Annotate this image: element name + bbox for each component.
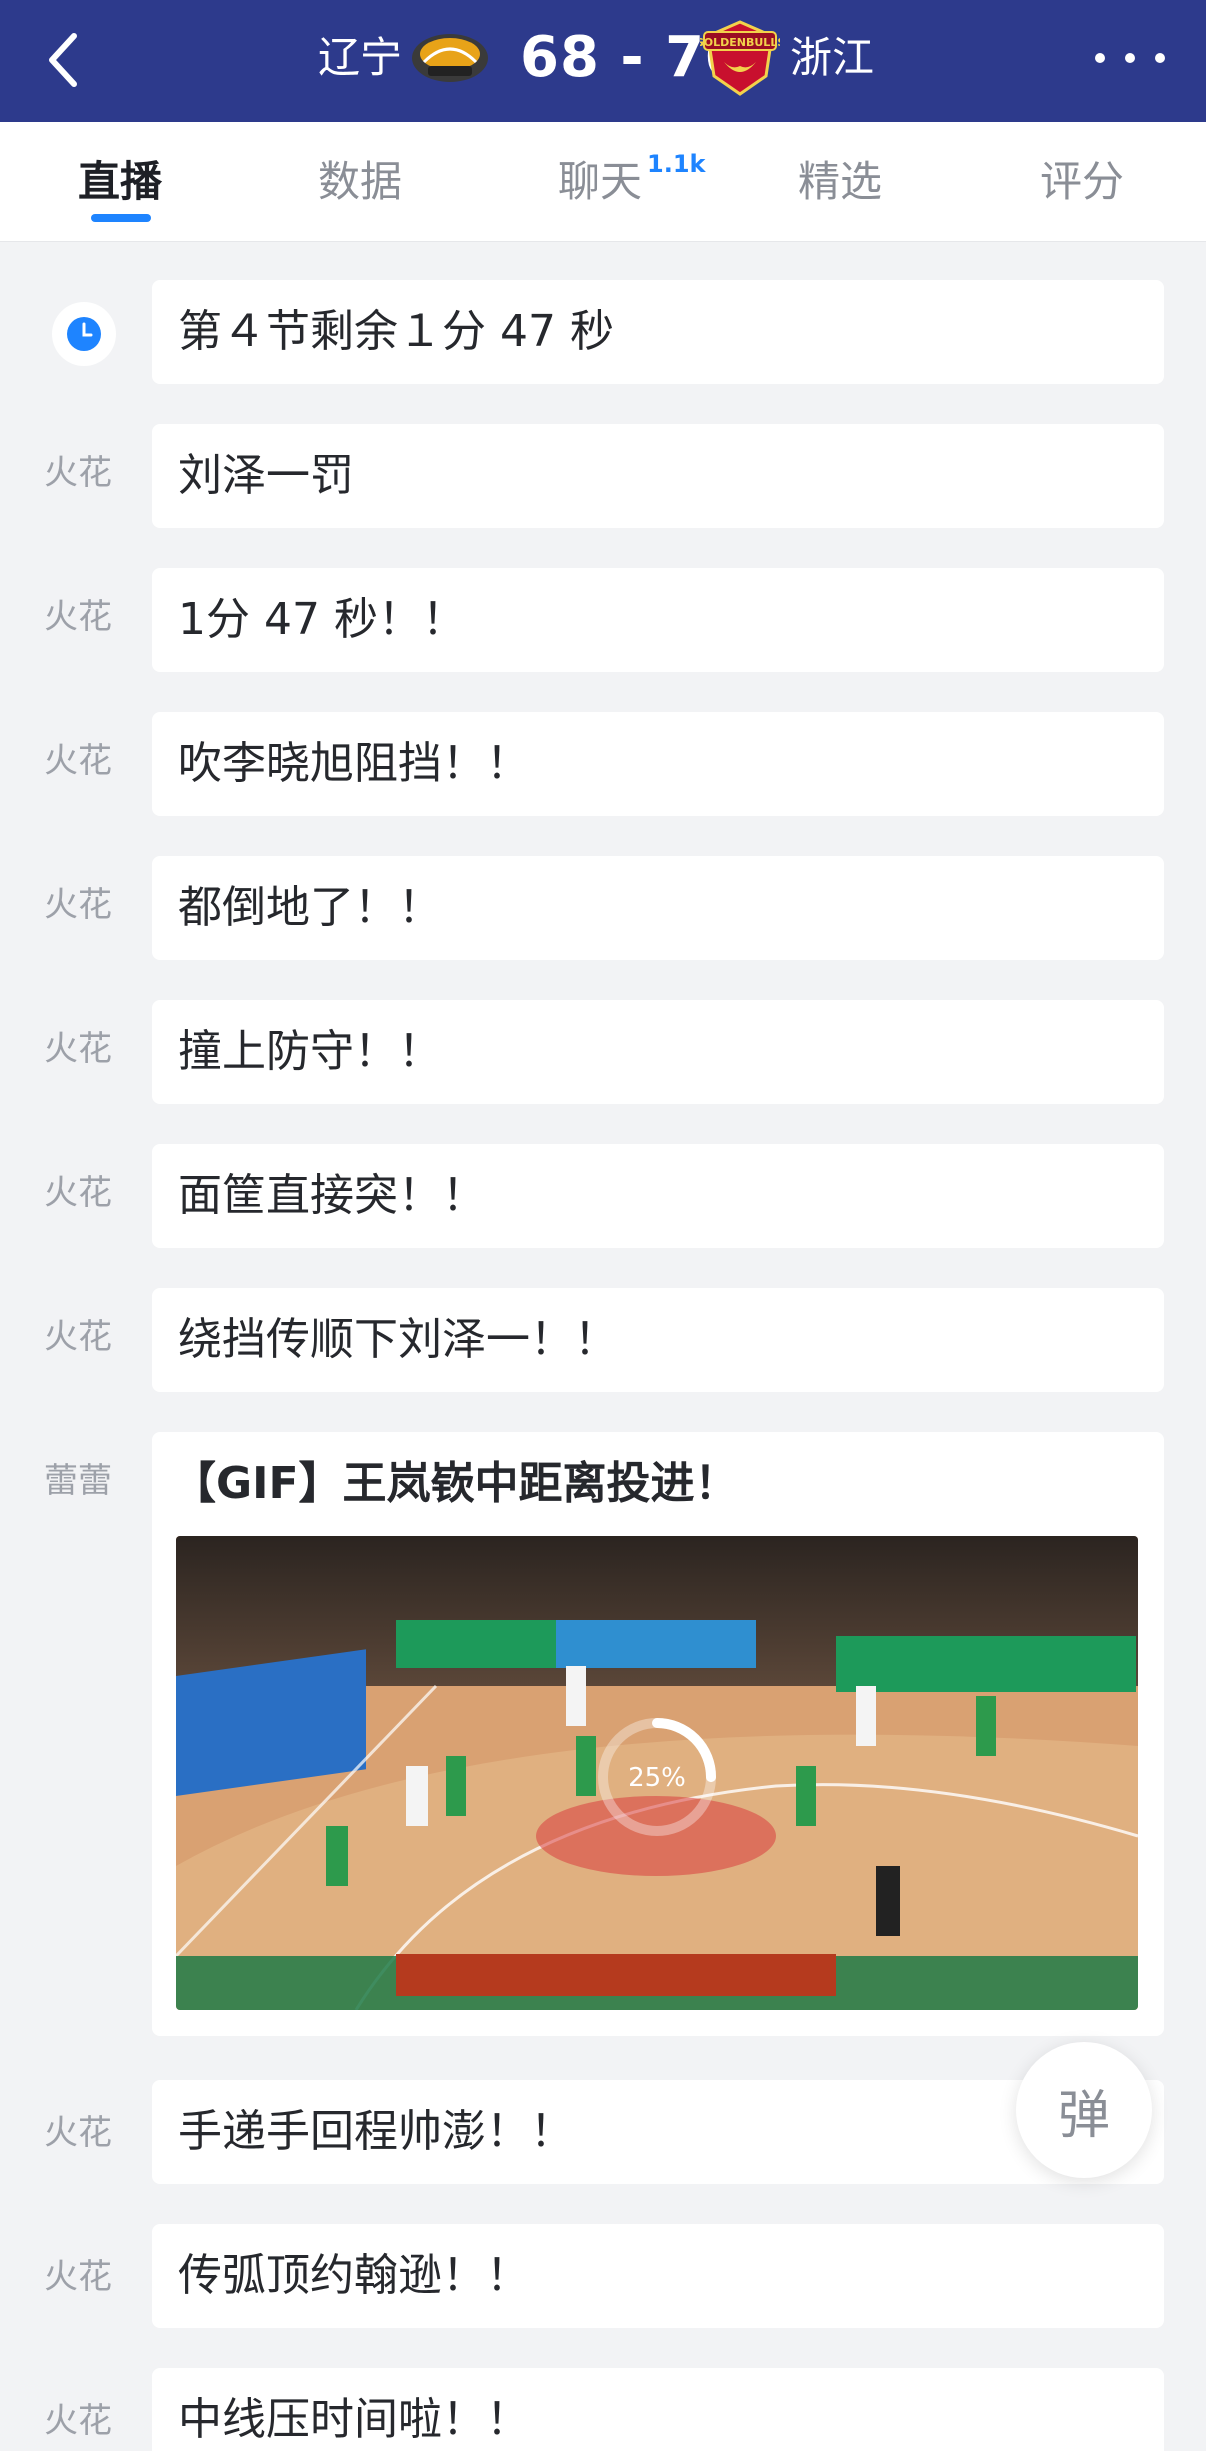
top-bar: 辽宁 68 - 70 GOLDENBULLS 浙江 <box>0 0 1206 122</box>
feed-item: 面筐直接突！！ <box>152 1144 1164 1248</box>
feed-text: 1分 47 秒！！ <box>178 594 466 645</box>
feed-text: 都倒地了！！ <box>178 882 442 933</box>
chat-count-badge: 1.1k <box>647 150 706 178</box>
feed-text: 面筐直接突！！ <box>178 1170 486 1221</box>
danmu-button[interactable]: 弹 <box>1016 2042 1152 2178</box>
feed-item: 刘泽一罚 <box>152 424 1164 528</box>
feed-item: 第４节剩余１分 47 秒 <box>152 280 1164 384</box>
feed-text: 刘泽一罚 <box>178 450 354 501</box>
feed-author: 火花 <box>44 1317 112 1357</box>
feed-author: 火花 <box>44 885 112 925</box>
feed-item: 中线压时间啦！！ <box>152 2368 1164 2451</box>
feed-item: 1分 47 秒！！ <box>152 568 1164 672</box>
feed-item: 都倒地了！！ <box>152 856 1164 960</box>
feed-item: 传弧顶约翰逊！！ <box>152 2224 1164 2328</box>
chevron-left-icon <box>49 33 77 87</box>
feed-text: 手递手回程帅澎！！ <box>178 2106 574 2157</box>
feed-author: 火花 <box>44 2113 112 2153</box>
feed-text: 撞上防守！！ <box>178 1026 442 1077</box>
feed-author: 火花 <box>44 453 112 493</box>
feed-author: 火花 <box>44 741 112 781</box>
feed-author: 火花 <box>44 1029 112 1069</box>
feed-author: 火花 <box>44 2257 112 2297</box>
feed-author: 火花 <box>44 2401 112 2441</box>
feed-author: 火花 <box>44 1173 112 1213</box>
feed-item: 手递手回程帅澎！！ <box>152 2080 1164 2184</box>
feed-text: 中线压时间啦！！ <box>178 2394 530 2445</box>
tab-highlights[interactable]: 精选 <box>798 152 882 212</box>
team-left-name[interactable]: 辽宁 <box>318 28 402 88</box>
feed-text: 吹李晓旭阻挡！！ <box>178 738 530 789</box>
feed-author: 蕾蕾 <box>44 1461 112 1501</box>
feed-item-gif: 【GIF】王岚嵚中距离投进！ 25% <box>152 1432 1164 2036</box>
feed-text: 第４节剩余１分 47 秒 <box>178 306 614 357</box>
feed-text: 【GIF】王岚嵚中距离投进！ <box>172 1458 739 1509</box>
tab-stats[interactable]: 数据 <box>318 152 402 212</box>
feed-item: 吹李晓旭阻挡！！ <box>152 712 1164 816</box>
feed-author: 火花 <box>44 597 112 637</box>
liaoning-logo[interactable] <box>410 26 490 90</box>
more-dots-icon[interactable] <box>1095 38 1165 78</box>
zhejiang-golden-bulls-logo[interactable]: GOLDENBULLS <box>700 18 780 98</box>
back-button[interactable] <box>34 20 94 100</box>
tab-ratings[interactable]: 评分 <box>1040 152 1124 212</box>
tab-live[interactable]: 直播 <box>78 152 162 212</box>
feed-item: 撞上防守！！ <box>152 1000 1164 1104</box>
logo-text: GOLDENBULLS <box>700 36 780 49</box>
active-tab-indicator <box>91 214 151 222</box>
team-right-name[interactable]: 浙江 <box>790 28 874 88</box>
feed-item: 绕挡传顺下刘泽一！！ <box>152 1288 1164 1392</box>
feed-text: 绕挡传顺下刘泽一！！ <box>178 1314 618 1365</box>
tab-chat[interactable]: 聊天 <box>558 152 642 212</box>
gif-media[interactable]: 25% <box>176 1536 1138 2010</box>
loading-progress-text: 25% <box>628 1763 686 1793</box>
clock-icon <box>52 302 116 366</box>
feed-text: 传弧顶约翰逊！！ <box>178 2250 530 2301</box>
